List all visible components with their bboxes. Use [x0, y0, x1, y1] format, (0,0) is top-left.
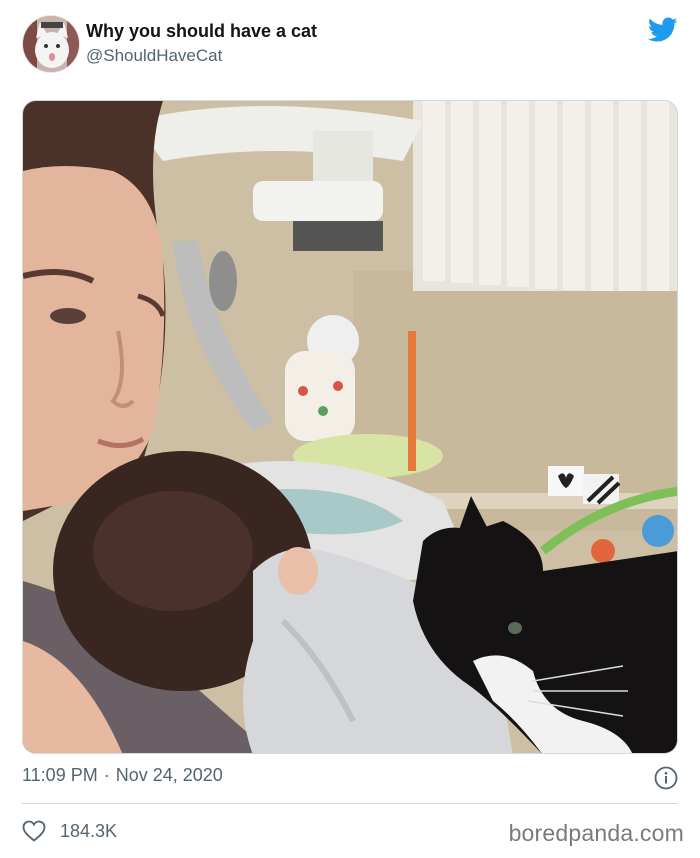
timestamp-separator: · — [103, 765, 110, 785]
divider — [22, 803, 678, 804]
tweet-timestamp[interactable]: 11:09 PM · Nov 24, 2020 — [22, 765, 223, 786]
like-count: 184.3K — [60, 820, 118, 841]
window-blinds — [413, 101, 677, 291]
heart-icon — [22, 820, 46, 842]
tweet-date: Nov 24, 2020 — [115, 765, 223, 785]
user-handle[interactable]: @ShouldHaveCat — [86, 46, 222, 66]
twitter-bird-icon — [648, 17, 678, 42]
watermark: boredpanda.com — [508, 820, 684, 846]
info-icon[interactable] — [654, 766, 678, 790]
tweet-header: Why you should have a cat @ShouldHaveCat — [22, 15, 678, 75]
like-button[interactable]: 184.3K — [22, 818, 117, 844]
tweet-card: Why you should have a cat @ShouldHaveCat — [0, 0, 700, 858]
tweet-photo[interactable] — [22, 100, 678, 754]
tweet-time: 11:09 PM — [22, 765, 98, 785]
display-name[interactable]: Why you should have a cat — [86, 21, 317, 42]
avatar[interactable] — [22, 15, 80, 73]
